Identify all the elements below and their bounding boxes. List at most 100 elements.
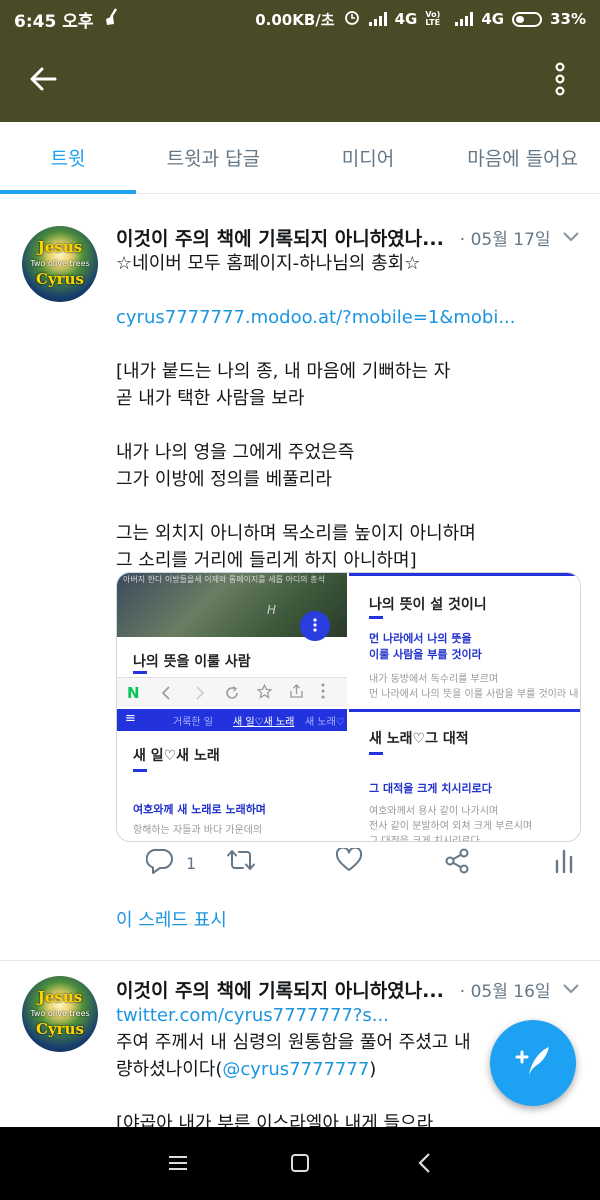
compose-tweet-icon bbox=[513, 1043, 553, 1083]
tweet-media-grid: 아버지 한다 이방들을세 이제와 롬페이지를 세롭 아디의 총석 H 나의 뜻을… bbox=[116, 572, 581, 842]
avatar-text-mid: Two olive trees bbox=[30, 259, 90, 268]
tweet-line: 곧 내가 택한 사람을 보라 bbox=[116, 388, 305, 409]
tweet-line: 그는 외치지 아니하며 목소리를 높이지 아니하며 bbox=[116, 523, 476, 544]
tweet-header: 이것이 주의 책에 기록되지 아니하였나... · 05월 17일 bbox=[116, 222, 580, 252]
avatar-text-top: Jesus bbox=[37, 238, 83, 256]
analytics-bar-icon bbox=[554, 848, 574, 878]
share-icon bbox=[444, 848, 470, 878]
media-3-tab-3: 새 노래♡ bbox=[305, 717, 345, 728]
back-button[interactable] bbox=[20, 58, 66, 104]
tweet-line-text: 량하셨나이다(@cyrus7777777) bbox=[116, 1059, 377, 1080]
alarm-icon bbox=[343, 8, 361, 30]
tweet-line: 그가 이방에 정의를 베풀리라 bbox=[116, 469, 332, 490]
media-image-4[interactable]: 새 노래♡그 대적 그 대적을 크게 치시리로다 여호와께서 용사 같이 나가시… bbox=[349, 709, 580, 842]
browser-star-icon bbox=[256, 683, 273, 703]
profile-tabs: 트윗 트윗과 답글 미디어 마음에 들어요 bbox=[0, 122, 600, 194]
media-4-title: 새 노래♡그 대적 bbox=[369, 731, 469, 747]
menu-icon bbox=[168, 1155, 188, 1175]
share-button[interactable] bbox=[444, 848, 470, 878]
media-2-title: 나의 뜻이 설 것이니 bbox=[369, 597, 487, 613]
net-speed: 0.00KB/초 bbox=[255, 10, 335, 29]
tweet-header: 이것이 주의 책에 기록되지 아니하였나... · 05월 16일 bbox=[116, 974, 580, 1004]
arrow-left-icon bbox=[28, 64, 58, 98]
tab-media[interactable]: 미디어 bbox=[291, 122, 446, 193]
media-4-gray-text-2: 전사 같이 분발하여 외쳐 크게 부르시며 bbox=[369, 821, 533, 832]
reply-icon bbox=[145, 848, 174, 878]
tweet-line bbox=[116, 331, 576, 358]
media-image-2[interactable]: 나의 뜻이 설 것이니 먼 나라에서 나의 뜻을 이룰 사람을 부를 것이라 내… bbox=[349, 573, 580, 707]
media-1-sign: H bbox=[267, 603, 277, 617]
media-1-fab[interactable] bbox=[300, 611, 330, 641]
mention-link[interactable]: @cyrus7777777 bbox=[222, 1059, 369, 1080]
media-3-tab-2: 새 일♡새 노래 bbox=[233, 717, 295, 728]
compose-tweet-button[interactable] bbox=[490, 1020, 576, 1106]
media-1-title: 나의 뜻을 이룰 사람 bbox=[133, 654, 251, 670]
tweet-line bbox=[116, 277, 576, 304]
retweet-icon bbox=[226, 848, 256, 876]
media-1-dash bbox=[133, 671, 147, 674]
browser-more-icon bbox=[321, 683, 325, 703]
signal-2-icon bbox=[455, 12, 474, 26]
media-image-1[interactable]: 아버지 한다 이방들을세 이제와 롬페이지를 세롭 아디의 총석 H 나의 뜻을… bbox=[117, 573, 347, 707]
net1-label: 4G bbox=[394, 10, 418, 28]
app-bar bbox=[0, 38, 600, 122]
volte-label: Vo) LTE bbox=[425, 10, 441, 27]
media-2-dash bbox=[369, 616, 383, 619]
tab-tweets-and-replies[interactable]: 트윗과 답글 bbox=[136, 122, 291, 193]
media-2-blue-text-2: 이룰 사람을 부를 것이라 bbox=[369, 648, 482, 661]
status-bar: 6:45 오후 0.00KB/초 4G Vo) LTE 4G 33% bbox=[0, 0, 600, 38]
media-2-blue-text-1: 먼 나라에서 나의 뜻을 bbox=[369, 632, 472, 645]
retweet-button[interactable] bbox=[226, 848, 268, 876]
more-options-button[interactable] bbox=[540, 58, 580, 104]
net2-label: 4G bbox=[481, 10, 505, 28]
avatar[interactable]: Jesus Two olive trees Cyrus bbox=[22, 976, 98, 1052]
tweet-link[interactable]: twitter.com/cyrus7777777?s... bbox=[116, 1002, 576, 1029]
home-button[interactable] bbox=[280, 1145, 320, 1185]
tweet-date[interactable]: · 05월 16일 bbox=[460, 977, 551, 1002]
tab-likes[interactable]: 마음에 들어요 bbox=[445, 122, 600, 193]
media-2-gray-text-2: 먼 나라에서 나의 뜻을 이룰 사람을 부를 것이라 내 bbox=[369, 689, 579, 700]
signal-1-icon bbox=[368, 12, 387, 26]
tweet-line bbox=[116, 493, 576, 520]
tweet-date[interactable]: · 05월 17일 bbox=[460, 225, 551, 250]
avatar[interactable]: Jesus Two olive trees Cyrus bbox=[22, 226, 98, 302]
status-time: 6:45 오후 bbox=[14, 11, 94, 32]
recent-apps-button[interactable] bbox=[158, 1145, 198, 1185]
tweet-body: ☆네이버 모두 홈페이지-하나님의 총회☆ cyrus7777777.modoo… bbox=[116, 250, 576, 574]
tweet-link[interactable]: cyrus7777777.modoo.at/?mobile=1&mobi... bbox=[116, 304, 576, 331]
more-vertical-icon bbox=[313, 617, 317, 636]
media-4-dash bbox=[369, 752, 383, 755]
browser-refresh-icon bbox=[225, 685, 239, 704]
tab-tweets[interactable]: 트윗 bbox=[0, 122, 136, 194]
browser-share-icon bbox=[289, 684, 304, 703]
tweet-line: ☆네이버 모두 홈페이지-하나님의 총회☆ bbox=[116, 253, 421, 274]
chevron-down-icon[interactable] bbox=[562, 980, 580, 999]
chevron-down-icon[interactable] bbox=[562, 228, 580, 247]
media-3-tabbar: ≡ 거룩한 일 새 일♡새 노래 새 노래♡ bbox=[117, 709, 347, 731]
battery-percent: 33% bbox=[550, 10, 586, 28]
media-1-banner: 아버지 한다 이방들을세 이제와 롬페이지를 세롭 아디의 총석 bbox=[123, 575, 325, 584]
avatar-text-top: Jesus bbox=[37, 988, 83, 1006]
heart-icon bbox=[335, 846, 363, 876]
analytics-button[interactable] bbox=[554, 848, 574, 878]
reply-button[interactable]: 1 bbox=[145, 848, 197, 878]
tweet-actions: 1 bbox=[116, 846, 586, 884]
media-3-blue-text: 여호와께 새 노래로 노래하며 bbox=[133, 803, 266, 816]
media-3-dash bbox=[133, 769, 147, 772]
system-back-button[interactable] bbox=[404, 1145, 444, 1185]
media-4-gray-text-3: 그 대적을 크게 치시리로다 bbox=[369, 836, 480, 842]
like-button[interactable] bbox=[335, 846, 374, 876]
reply-count: 1 bbox=[186, 853, 197, 873]
media-2-gray-text-1: 내가 동방에서 독수리를 부르며 bbox=[369, 674, 499, 685]
tweet-author-name[interactable]: 이것이 주의 책에 기록되지 아니하였나... bbox=[116, 224, 444, 251]
browser-forward-icon bbox=[195, 685, 205, 704]
media-3-title: 새 일♡새 노래 bbox=[133, 748, 220, 764]
media-3-tab-1: 거룩한 일 bbox=[173, 717, 213, 728]
avatar-text-bottom: Cyrus bbox=[36, 270, 84, 288]
media-image-3[interactable]: ≡ 거룩한 일 새 일♡새 노래 새 노래♡ 새 일♡새 노래 여호와께 새 노… bbox=[117, 709, 347, 841]
browser-back-icon bbox=[161, 685, 171, 704]
show-thread-link[interactable]: 이 스레드 표시 bbox=[116, 906, 227, 932]
media-4-gray-text-1: 여호와께서 용사 같이 나가시며 bbox=[369, 806, 499, 817]
tweet-author-name[interactable]: 이것이 주의 책에 기록되지 아니하였나... bbox=[116, 976, 444, 1003]
menu-icon: ≡ bbox=[125, 711, 136, 726]
